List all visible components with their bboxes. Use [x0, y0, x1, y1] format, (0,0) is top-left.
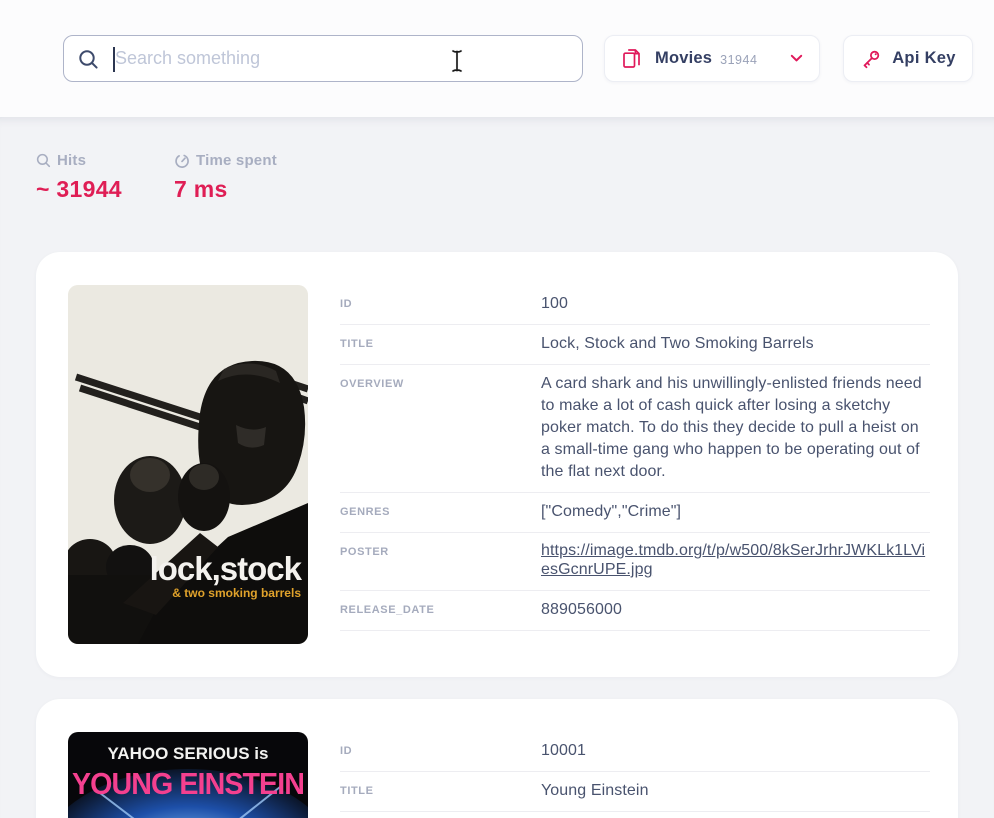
results-area: Hits ~ 31944 Time spent 7 ms	[0, 117, 994, 818]
hits-label: Hits	[57, 152, 86, 169]
field-row-release-date: RELEASE_DATE 889056000	[340, 591, 930, 631]
results-list: lock,stock & two smoking barrels ID 100 …	[36, 252, 958, 818]
poster-topline: YAHOO SERIOUS is	[108, 744, 269, 763]
field-value: 10001	[541, 740, 930, 762]
poster-title: YOUNG EINSTEIN	[72, 766, 304, 801]
field-value: https://image.tmdb.org/t/p/w500/8kSerJrh…	[541, 541, 930, 581]
search-icon	[78, 49, 99, 75]
search-input[interactable]	[64, 36, 582, 81]
field-row-poster: POSTER https://image.tmdb.org/t/p/w500/8…	[340, 533, 930, 591]
document-fields: ID 100 TITLE Lock, Stock and Two Smoking…	[340, 285, 930, 644]
index-selector-button[interactable]: Movies 31944	[604, 35, 820, 82]
field-value: 889056000	[541, 599, 930, 621]
poster-url-link[interactable]: https://image.tmdb.org/t/p/w500/8kSerJrh…	[541, 541, 930, 579]
stopwatch-icon	[174, 153, 190, 169]
api-key-label: Api Key	[892, 49, 956, 68]
field-label: RELEASE_DATE	[340, 599, 541, 621]
poster-subtitle: & two smoking barrels	[172, 586, 301, 600]
field-value: Young Einstein	[541, 780, 930, 802]
field-row-genres: GENRES ["Comedy","Crime"]	[340, 493, 930, 533]
time-spent-label: Time spent	[196, 152, 277, 169]
documents-icon	[620, 47, 643, 70]
field-row-title: TITLE Young Einstein	[340, 772, 930, 812]
poster-title: lock,stock	[150, 550, 303, 587]
field-value: 100	[541, 293, 930, 315]
field-label: TITLE	[340, 333, 541, 355]
document-fields: ID 10001 TITLE Young Einstein OVERVIEW A…	[340, 732, 930, 818]
search-stats: Hits ~ 31944 Time spent 7 ms	[0, 152, 994, 203]
text-caret	[113, 47, 115, 72]
search-box	[63, 35, 583, 82]
field-value: A card shark and his unwillingly-enliste…	[541, 373, 930, 483]
hits-value: ~ 31944	[36, 176, 131, 203]
time-spent-value: 7 ms	[174, 176, 277, 203]
key-icon	[860, 48, 882, 70]
hits-stat: Hits ~ 31944	[36, 152, 131, 203]
field-label: ID	[340, 740, 541, 762]
index-doc-count: 31944	[720, 53, 757, 67]
field-row-title: TITLE Lock, Stock and Two Smoking Barrel…	[340, 325, 930, 365]
field-label: POSTER	[340, 541, 541, 581]
field-value: Lock, Stock and Two Smoking Barrels	[541, 333, 930, 355]
top-bar: Movies 31944 Api Key	[0, 0, 994, 117]
movie-poster-image: lock,stock & two smoking barrels	[68, 285, 308, 644]
movie-poster-image: YAHOO SERIOUS is YOUNG EINSTEIN	[68, 732, 308, 818]
field-row-overview: OVERVIEW Albert Einstein is the son of a…	[340, 812, 930, 818]
field-label: GENRES	[340, 501, 541, 523]
api-key-button[interactable]: Api Key	[843, 35, 973, 82]
result-card: YAHOO SERIOUS is YOUNG EINSTEIN ID 10001…	[36, 699, 958, 818]
field-row-id: ID 10001	[340, 732, 930, 772]
time-spent-stat: Time spent 7 ms	[174, 152, 277, 203]
field-value: ["Comedy","Crime"]	[541, 501, 930, 523]
index-name: Movies	[655, 49, 712, 68]
result-card: lock,stock & two smoking barrels ID 100 …	[36, 252, 958, 677]
search-icon	[36, 153, 51, 168]
field-label: TITLE	[340, 780, 541, 802]
field-row-overview: OVERVIEW A card shark and his unwillingl…	[340, 365, 930, 493]
field-label: ID	[340, 293, 541, 315]
field-label: OVERVIEW	[340, 373, 541, 483]
field-row-id: ID 100	[340, 285, 930, 325]
chevron-down-icon	[790, 54, 803, 63]
